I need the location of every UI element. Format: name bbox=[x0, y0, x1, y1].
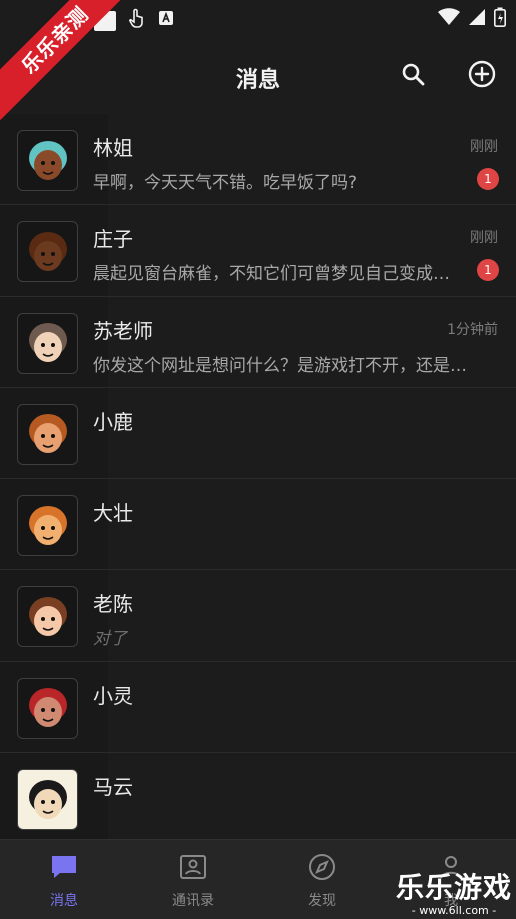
contact-name: 苏老师 bbox=[93, 318, 153, 343]
search-icon bbox=[401, 62, 425, 90]
touch-icon bbox=[128, 8, 146, 33]
tab-messages[interactable]: 消息 bbox=[24, 852, 104, 910]
avatar[interactable] bbox=[17, 495, 78, 557]
conversation-list: 林姐 刚刚 早啊，今天天气不错。吃早饭了吗? 1 庄子 刚刚 晨起见窗台麻雀，不知它们可曾梦… bbox=[0, 114, 516, 845]
compass-icon bbox=[307, 852, 337, 886]
conversation-row[interactable]: 庄子 刚刚 晨起见窗台麻雀，不知它们可曾梦见自己变成了人？ 1 bbox=[0, 205, 516, 297]
font-a-icon bbox=[158, 10, 174, 31]
avatar[interactable] bbox=[17, 312, 78, 374]
page-title: 消息 bbox=[235, 68, 280, 93]
tab-discover[interactable]: 发现 bbox=[282, 852, 362, 910]
message-preview: 对了 bbox=[93, 629, 127, 650]
unread-badge: 1 bbox=[477, 168, 499, 190]
contact-name: 大壮 bbox=[93, 501, 133, 526]
battery-icon bbox=[494, 7, 506, 31]
signal-icon bbox=[468, 8, 486, 30]
search-button[interactable] bbox=[397, 60, 429, 92]
contact-name: 庄子 bbox=[93, 227, 133, 252]
conversation-row[interactable]: 小鹿 bbox=[0, 387, 516, 480]
app-header: 消息 bbox=[0, 36, 516, 118]
conversation-row[interactable]: 老陈 对了 bbox=[0, 570, 516, 662]
contact-name: 马云 bbox=[93, 775, 133, 800]
message-time: 刚刚 bbox=[470, 139, 498, 155]
watermark-brand: 乐乐游戏 bbox=[395, 871, 512, 904]
message-preview: 晨起见窗台麻雀，不知它们可曾梦见自己变成了人？ bbox=[93, 264, 463, 285]
conversation-row[interactable]: 苏老师 1分钟前你发这个网址是想问什么？是游戏打不开，还是想问玩法？ bbox=[0, 296, 516, 388]
avatar[interactable] bbox=[17, 130, 78, 191]
contact-name: 小鹿 bbox=[93, 409, 133, 434]
avatar[interactable] bbox=[17, 586, 78, 648]
add-button[interactable] bbox=[466, 60, 498, 92]
contact-name: 林姐 bbox=[93, 136, 133, 160]
message-time: 刚刚 bbox=[470, 230, 498, 247]
contact-name: 老陈 bbox=[93, 592, 133, 617]
contacts-icon bbox=[178, 852, 208, 886]
avatar[interactable] bbox=[17, 221, 78, 283]
tab-messages-label: 消息 bbox=[50, 893, 78, 909]
avatar[interactable] bbox=[17, 403, 78, 465]
watermark-url: - www.6ll.com - bbox=[411, 904, 497, 917]
chat-bubble-icon bbox=[49, 852, 79, 886]
unread-badge: 1 bbox=[477, 259, 499, 282]
tab-contacts[interactable]: 通讯录 bbox=[153, 852, 233, 910]
avatar[interactable] bbox=[17, 769, 78, 831]
contact-name: 小灵 bbox=[93, 683, 133, 708]
watermark-logo: 乐乐游戏 - www.6ll.com - bbox=[394, 871, 514, 918]
conversation-row[interactable]: 林姐 刚刚早啊，今天天气不错。吃早饭了吗? 1 bbox=[0, 114, 516, 206]
avatar[interactable] bbox=[17, 677, 78, 739]
conversation-row[interactable]: 小灵 bbox=[0, 661, 516, 754]
plus-circle-icon bbox=[468, 60, 496, 92]
conversation-row[interactable]: 大壮 bbox=[0, 479, 516, 571]
wifi-icon bbox=[438, 8, 460, 30]
message-time: 1分钟前 bbox=[447, 321, 498, 338]
tab-discover-label: 发现 bbox=[308, 893, 336, 909]
message-preview: 早啊，今天天气不错。吃早饭了吗? bbox=[93, 173, 358, 193]
conversation-row[interactable]: 马云 bbox=[0, 753, 516, 845]
message-preview: 你发这个网址是想问什么？是游戏打不开，还是想问玩法？ bbox=[93, 355, 473, 376]
tab-contacts-label: 通讯录 bbox=[172, 893, 214, 909]
